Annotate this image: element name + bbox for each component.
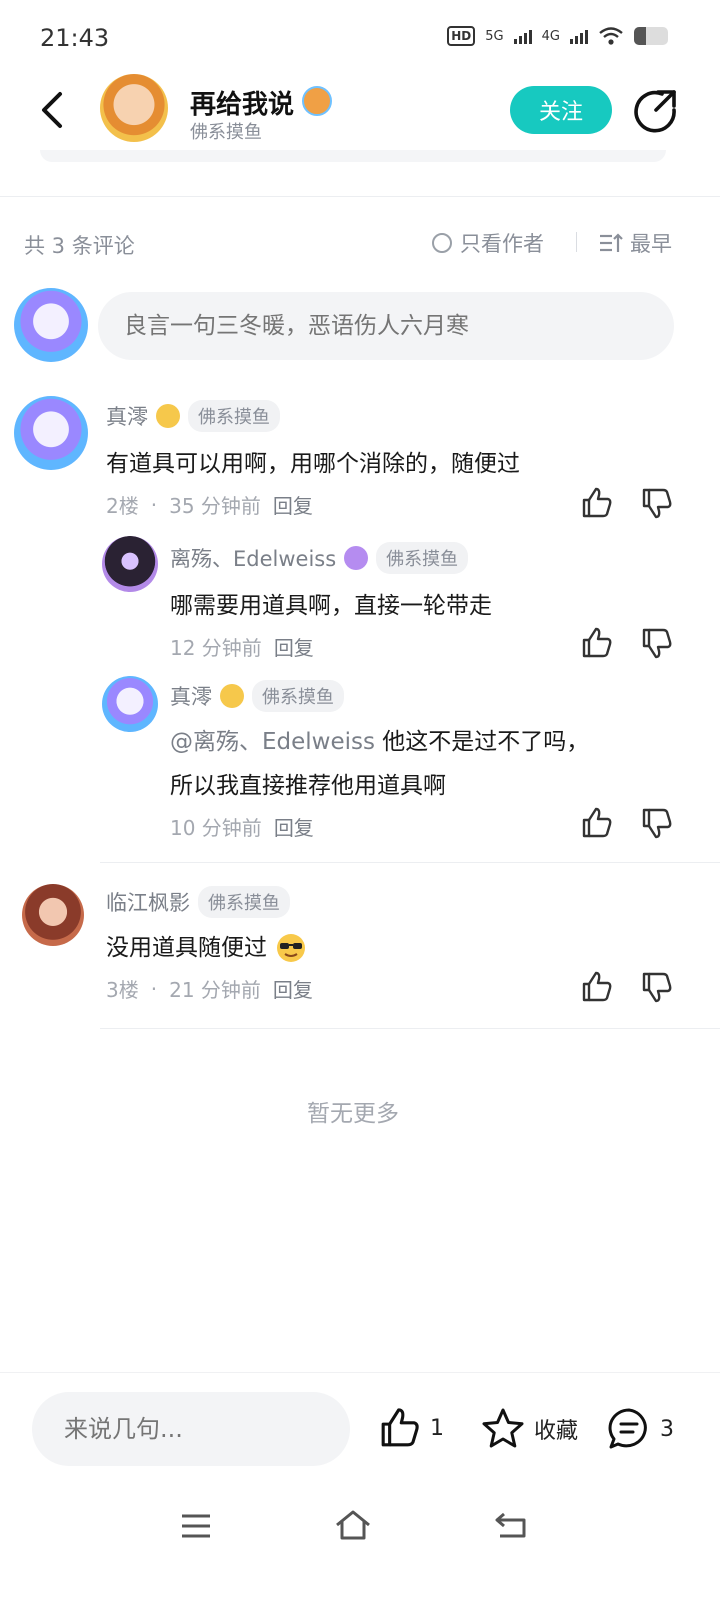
reply-header: 真澪 佛系摸鱼 [170,680,344,712]
signal-icon [513,28,532,44]
floor-label: 2楼 [106,494,139,518]
post-card-edge [40,150,666,162]
thumb-up-icon [381,1408,419,1447]
meta-dot: · [150,976,158,1001]
only-author-label: 只看作者 [460,232,544,256]
comment-time: 35 分钟前 [169,494,261,518]
avatar[interactable] [22,884,84,946]
reply-time: 10 分钟前 [170,816,262,840]
author-tag: 佛系摸鱼 [190,122,262,143]
battery-icon [634,27,668,45]
user-badge-icon [344,546,369,570]
thumb-up-icon[interactable] [580,970,614,1004]
comment-header: 真澪 佛系摸鱼 [106,400,280,432]
status-icons: HD 5G 4G [447,26,668,46]
menu-icon[interactable] [180,1512,212,1540]
username[interactable]: 离殇、Edelweiss [170,543,336,573]
sunglasses-emoji-icon [277,934,305,962]
author-badge-icon [302,86,332,116]
reply-button[interactable]: 回复 [274,812,314,841]
like-button[interactable]: 1 [378,1406,444,1450]
like-count: 1 [430,1415,444,1441]
reply-button[interactable]: 回复 [273,974,313,1003]
reply-header: 离殇、Edelweiss 佛系摸鱼 [170,542,469,574]
comment-input[interactable] [98,292,674,360]
user-tag: 佛系摸鱼 [198,886,290,918]
comment-time: 21 分钟前 [169,978,261,1002]
reply-time: 12 分钟前 [170,636,262,660]
hd-icon: HD [447,26,476,46]
reply-button[interactable]: 回复 [274,632,314,661]
status-time: 21:43 [40,24,110,52]
favorite-label: 收藏 [534,1419,579,1444]
username[interactable]: 临江枫影 [106,887,190,917]
back-icon[interactable] [34,88,74,132]
user-tag: 佛系摸鱼 [376,542,469,574]
meta-dot: · [150,492,158,517]
sort-toggle[interactable]: 最早 [598,228,672,258]
thumb-down-icon[interactable] [640,486,674,520]
only-author-toggle[interactable]: 只看作者 [432,228,544,258]
reply-meta: 10 分钟前 回复 [170,812,314,841]
reply-button[interactable]: 回复 [273,490,313,519]
avatar[interactable] [14,396,88,470]
no-more-label: 暂无更多 [307,1101,399,1127]
signal-icon-2 [570,28,588,44]
system-nav-bar [0,1484,720,1600]
radio-icon [432,233,452,253]
comment-bubble-icon [608,1408,647,1449]
thumb-up-icon[interactable] [580,486,614,520]
comment-text: 有道具可以用啊，用哪个消除的，随便过 [106,451,520,477]
thumb-down-icon[interactable] [640,970,674,1004]
4g-label: 4G [541,28,560,44]
user-badge-icon [156,404,180,428]
divider [100,1028,720,1029]
my-avatar [14,288,88,362]
wifi-icon [599,27,623,45]
reply-meta: 12 分钟前 回复 [170,632,314,661]
floor-label: 3楼 [106,978,139,1002]
thumb-up-icon[interactable] [580,806,614,840]
comment-meta: 3楼 · 21 分钟前 回复 [106,974,313,1003]
share-icon[interactable] [632,88,678,134]
user-badge-icon [220,684,244,708]
reply-input[interactable] [32,1392,350,1466]
comment-meta: 2楼 · 35 分钟前 回复 [106,490,313,519]
comment-header: 临江枫影 佛系摸鱼 [106,886,290,918]
reply-text-part: 他这不是过不了吗， [375,729,590,755]
divider [100,862,720,863]
comment-count: 共 3 条评论 [24,234,135,258]
comment-text: 没用道具随便过 [106,935,267,961]
reply-text: 哪需要用道具啊，直接一轮带走 [170,593,492,619]
comments-button[interactable]: 3 [606,1406,674,1452]
username[interactable]: 真澪 [170,681,212,711]
mention-link[interactable]: @离殇、Edelweiss [170,729,375,755]
user-tag: 佛系摸鱼 [252,680,344,712]
avatar[interactable] [102,676,158,732]
user-tag: 佛系摸鱼 [188,400,280,432]
favorite-button[interactable]: 收藏 [480,1406,578,1452]
back-nav-icon[interactable] [494,1510,528,1540]
username[interactable]: 真澪 [106,401,148,431]
thumb-down-icon[interactable] [640,806,674,840]
sort-icon [600,233,623,252]
home-icon[interactable] [334,1508,372,1542]
follow-button[interactable]: 关注 [510,86,612,134]
comments-count: 3 [660,1416,674,1442]
reply-text-line2: 所以我直接推荐他用道具啊 [170,773,446,799]
sort-label: 最早 [630,232,672,256]
thumb-down-icon[interactable] [640,626,674,660]
5g-label: 5G [485,28,504,44]
author-avatar[interactable] [100,74,168,142]
divider [576,232,577,252]
avatar[interactable] [102,536,158,592]
comment-text-row: 没用道具随便过 [106,926,307,970]
star-icon [482,1408,524,1448]
divider [0,196,720,197]
thumb-up-icon[interactable] [580,626,614,660]
author-name[interactable]: 再给我说 [190,84,294,121]
reply-text: @离殇、Edelweiss 他这不是过不了吗， [170,720,589,764]
